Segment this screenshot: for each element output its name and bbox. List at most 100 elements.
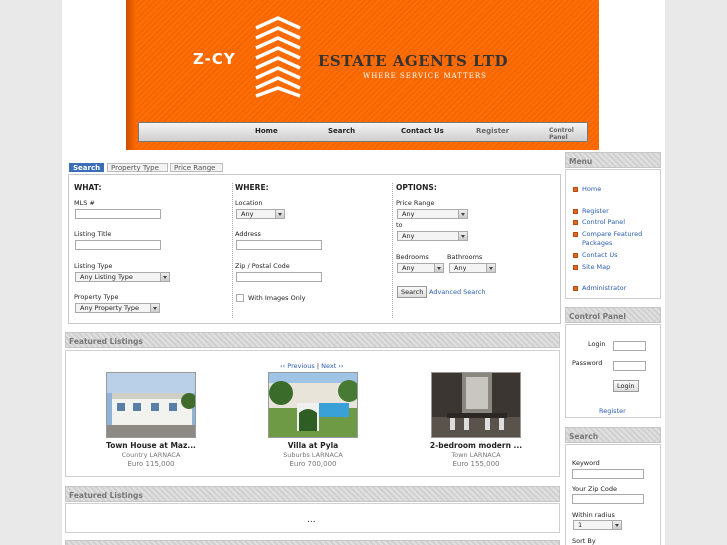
menu-header: Menu [565,152,661,168]
keyword-label: Keyword [572,459,600,467]
search-form: WHAT: MLS # Listing Title Listing Type A… [68,174,561,324]
listing-title-label: Listing Title [74,230,112,238]
menu-item-administrator[interactable]: Administrator [582,284,626,292]
listing-photo[interactable] [431,372,521,438]
nav-control-panel[interactable]: Control Panel [549,127,587,141]
location-label: Location [235,199,263,207]
side-zip-input[interactable] [572,494,644,504]
loading-ellipsis: ... [307,515,316,525]
mls-label: MLS # [74,199,95,207]
menu-item-compare-packages[interactable]: Compare Featured Packages [582,230,658,248]
chevron-down-icon [150,304,159,312]
listing-photo[interactable] [268,372,358,438]
radius-select[interactable]: 1 [573,520,622,530]
password-input[interactable] [613,361,646,371]
mls-input[interactable] [75,209,161,219]
bullet-icon [573,232,578,237]
tagline: WHERE SERVICE MATTERS [363,72,487,80]
nav-register[interactable]: Register [476,127,509,135]
tab-price-range[interactable]: Price Range [170,163,223,172]
town-house-photo [107,373,195,437]
with-images-checkbox[interactable] [236,294,244,302]
listing-type-value: Any Listing Type [80,273,133,281]
location-select[interactable]: Any [236,209,285,219]
bathrooms-select[interactable]: Any [449,263,496,273]
side-search-header: Search [565,427,661,443]
listing-card[interactable]: Town House at Maz... Country LARNACA Eur… [101,372,201,468]
menu-item-contact-us[interactable]: Contact Us [582,251,618,259]
address-label: Address [235,230,261,238]
register-link[interactable]: Register [599,407,626,415]
zip-input[interactable] [236,272,322,282]
bedrooms-select[interactable]: Any [397,263,444,273]
price-to-select[interactable]: Any [397,231,468,241]
price-from-value: Any [402,210,415,218]
tab-search[interactable]: Search [69,163,104,172]
menu-panel: Home Register Control Panel Compare Feat… [565,169,661,299]
search-button[interactable]: Search [397,286,428,298]
chevron-down-icon [458,210,467,218]
property-type-label: Property Type [74,293,119,301]
nav-search[interactable]: Search [328,127,355,135]
menu-item-register[interactable]: Register [582,207,609,215]
logo-text: Z-CY [193,50,236,68]
listing-photo[interactable] [106,372,196,438]
login-input[interactable] [613,341,646,351]
chevron-down-icon [434,264,443,272]
menu-item-site-map[interactable]: Site Map [582,263,610,271]
next-link[interactable]: Next ›› [321,362,343,370]
bullet-icon [573,187,578,192]
featured-listings-panel-2: ... [65,503,560,533]
bottom-bar [65,540,560,545]
chevron-down-icon [486,264,495,272]
listing-area: Town LARNACA [451,451,501,459]
price-range-label: Price Range [396,199,435,207]
side-zip-label: Your Zip Code [572,485,618,493]
listing-title[interactable]: 2-bedroom modern ... [426,441,526,450]
listing-area: Country LARNACA [121,451,181,459]
listing-type-label: Listing Type [74,262,113,270]
building-logo-icon [255,16,301,98]
bullet-icon [573,209,578,214]
listing-title[interactable]: Villa at Pyla [263,441,363,450]
previous-link[interactable]: ‹‹ Previous [280,362,315,370]
options-title: OPTIONS: [396,183,437,192]
to-label: to [396,221,403,229]
property-type-select[interactable]: Any Property Type [75,303,160,313]
listing-card[interactable]: 2-bedroom modern ... Town LARNACA Euro 1… [426,372,526,468]
listing-title-input[interactable] [75,240,161,250]
chevron-down-icon [612,521,621,529]
sort-by-label: Sort By [572,537,596,545]
control-panel-header: Control Panel [565,307,661,323]
bullet-icon [573,265,578,270]
menu-item-control-panel[interactable]: Control Panel [582,218,625,226]
menu-item-home[interactable]: Home [582,185,601,193]
featured-listings-header-2: Featured Listings [65,486,560,502]
login-button[interactable]: Login [613,380,639,392]
listing-type-select[interactable]: Any Listing Type [75,272,170,282]
pager-separator: | [316,362,320,370]
villa-photo [269,373,357,437]
where-title: WHERE: [235,183,269,192]
listing-price: Euro 155,000 [452,460,500,468]
bullet-icon [573,286,578,291]
nav-home[interactable]: Home [255,127,278,135]
listing-price: Euro 115,000 [127,460,175,468]
address-input[interactable] [236,240,322,250]
header-banner: Z-CY ESTATE AGENTS LTD WHERE SERVICE MAT… [126,0,599,150]
listing-card[interactable]: Villa at Pyla Suburbs LARNACA Euro 700,0… [263,372,363,468]
location-value: Any [241,210,254,218]
main-navbar: Home Search Contact Us Register Control … [138,122,588,142]
with-images-label: With Images Only [248,294,306,302]
price-from-select[interactable]: Any [397,209,468,219]
tab-property-type[interactable]: Property Type [107,163,168,172]
bathrooms-label: Bathrooms [447,253,483,261]
keyword-input[interactable] [572,469,644,479]
featured-listings-panel: ‹‹ Previous | Next ›› Town House at Maz.… [65,350,560,477]
what-title: WHAT: [74,183,102,192]
nav-contact-us[interactable]: Contact Us [401,127,444,135]
listing-pager: ‹‹ Previous | Next ›› [280,362,344,370]
password-label: Password [572,359,603,367]
advanced-search-link[interactable]: Advanced Search [429,288,486,296]
listing-title[interactable]: Town House at Maz... [101,441,201,450]
